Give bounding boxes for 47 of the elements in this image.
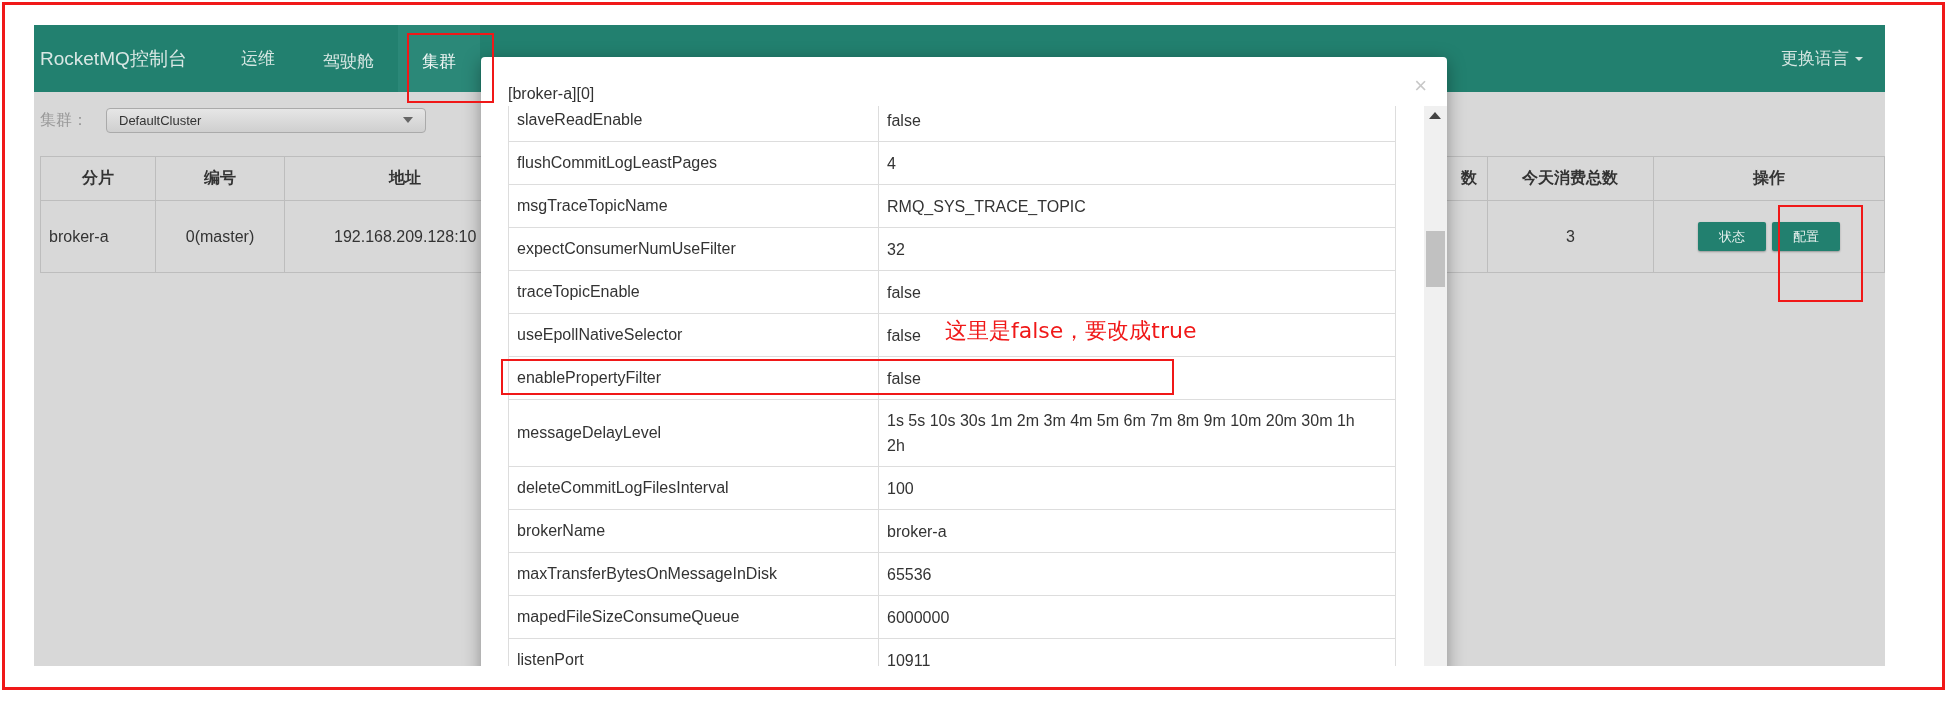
brand-title[interactable]: RocketMQ控制台 xyxy=(34,45,217,72)
annotation-note: 这里是false，要改成true xyxy=(945,317,1197,345)
table-cell: 6000000 xyxy=(878,595,1396,639)
table-cell: flushCommitLogLeastPages xyxy=(508,141,879,185)
column-header: 分片 xyxy=(40,156,156,201)
column-header: 操作 xyxy=(1653,156,1885,201)
table-cell: 100 xyxy=(878,466,1396,510)
table-cell: RMQ_SYS_TRACE_TOPIC xyxy=(878,184,1396,228)
dropdown-icon xyxy=(403,117,413,123)
nav-item[interactable]: 运维 xyxy=(216,25,299,92)
table-cell: 1s 5s 10s 30s 1m 2m 3m 4m 5m 6m 7m 8m 9m 10m 20m 30m 1h 2h xyxy=(878,399,1396,467)
table-cell: deleteCommitLogFilesInterval xyxy=(508,466,879,510)
table-cell: 65536 xyxy=(878,552,1396,596)
table-cell: enablePropertyFilter xyxy=(508,356,879,400)
action-button[interactable]: 状态 xyxy=(1697,222,1766,251)
scrollbar[interactable] xyxy=(1424,106,1447,666)
caret-icon xyxy=(1855,56,1863,61)
table-cell: slaveReadEnable xyxy=(508,106,879,142)
table-cell: 32 xyxy=(878,227,1396,271)
scroll-thumb[interactable] xyxy=(1426,231,1445,287)
table-cell: false xyxy=(878,270,1396,314)
filter-label: 集群： xyxy=(40,109,89,130)
table-cell: brokerName xyxy=(508,509,879,553)
column-header: 编号 xyxy=(155,156,285,201)
table-cell: 4 xyxy=(878,141,1396,185)
table-cell: expectConsumerNumUseFilter xyxy=(508,227,879,271)
dialog-title: [broker-a][0] xyxy=(508,85,595,103)
column-header: 今天消费总数 xyxy=(1487,156,1654,201)
scroll-up-icon[interactable] xyxy=(1429,112,1441,119)
table-cell: mapedFileSizeConsumeQueue xyxy=(508,595,879,639)
table-cell: messageDelayLevel xyxy=(508,399,879,467)
table-cell: broker-a xyxy=(40,200,156,273)
cluster-select[interactable]: DefaultCluster xyxy=(106,107,426,133)
action-button[interactable]: 配置 xyxy=(1771,222,1840,251)
table-cell: 0(master) xyxy=(155,200,285,273)
nav-item[interactable]: 集群 xyxy=(397,25,480,92)
table-cell: msgTraceTopicName xyxy=(508,184,879,228)
language-menu[interactable]: 更换语言 xyxy=(1781,47,1863,70)
nav-item[interactable]: 驾驶舱 xyxy=(298,25,398,92)
table-cell: broker-a xyxy=(878,509,1396,553)
table-cell: false xyxy=(878,106,1396,142)
table-cell: maxTransferBytesOnMessageInDisk xyxy=(508,552,879,596)
table-cell: false xyxy=(878,356,1396,400)
table-cell: useEpollNativeSelector xyxy=(508,313,879,357)
table-cell: traceTopicEnable xyxy=(508,270,879,314)
table-cell: listenPort xyxy=(508,638,879,666)
table-cell: 3 xyxy=(1487,200,1654,273)
